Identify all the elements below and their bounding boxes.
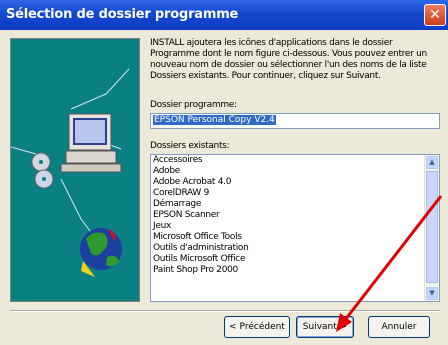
close-icon: ✕ bbox=[429, 7, 441, 23]
program-folder-input[interactable]: EPSON Personal Copy V2.4 bbox=[150, 113, 440, 129]
close-button[interactable]: ✕ bbox=[424, 4, 446, 26]
setup-illustration-panel bbox=[10, 38, 140, 302]
list-item[interactable]: EPSON Scanner bbox=[151, 210, 439, 221]
list-item[interactable]: Paint Shop Pro 2000 bbox=[151, 265, 439, 276]
scroll-up-icon[interactable]: ▲ bbox=[426, 156, 438, 169]
list-item[interactable]: Adobe bbox=[151, 166, 439, 177]
existing-folders-list[interactable]: Accessoires Adobe Adobe Acrobat 4.0 Core… bbox=[150, 154, 440, 302]
list-item[interactable]: Adobe Acrobat 4.0 bbox=[151, 177, 439, 188]
list-item[interactable]: CorelDRAW 9 bbox=[151, 188, 439, 199]
footer-divider bbox=[10, 310, 440, 312]
list-item[interactable]: Outils d'administration bbox=[151, 243, 439, 254]
list-scrollbar[interactable]: ▲ ▼ bbox=[424, 155, 439, 301]
instructions-text: INSTALL ajoutera les icônes d'applicatio… bbox=[150, 38, 427, 81]
cd-icon bbox=[31, 152, 54, 189]
globe-icon bbox=[80, 228, 122, 277]
scroll-down-icon[interactable]: ▼ bbox=[426, 287, 438, 300]
window-title: Sélection de dossier programme bbox=[6, 7, 239, 22]
list-item[interactable]: Jeux bbox=[151, 221, 439, 232]
back-button[interactable]: < Précédent bbox=[224, 316, 290, 338]
installer-dialog: Sélection de dossier programme ✕ INSTALL… bbox=[0, 0, 448, 345]
next-button[interactable]: Suivant > bbox=[296, 316, 354, 338]
program-folder-value: EPSON Personal Copy V2.4 bbox=[153, 115, 276, 125]
program-folder-label: Dossier programme: bbox=[150, 100, 237, 110]
existing-folders-label: Dossiers existants: bbox=[150, 141, 230, 151]
title-bar[interactable]: Sélection de dossier programme ✕ bbox=[0, 0, 448, 30]
list-item[interactable]: Outils Microsoft Office bbox=[151, 254, 439, 265]
list-item[interactable]: Accessoires bbox=[151, 155, 439, 166]
list-item[interactable]: Microsoft Office Tools bbox=[151, 232, 439, 243]
computer-globe-illustration bbox=[10, 68, 130, 277]
list-item[interactable]: Démarrage bbox=[151, 199, 439, 210]
computer-icon bbox=[60, 113, 122, 173]
cancel-button[interactable]: Annuler bbox=[368, 316, 430, 338]
scroll-thumb[interactable] bbox=[426, 171, 438, 283]
